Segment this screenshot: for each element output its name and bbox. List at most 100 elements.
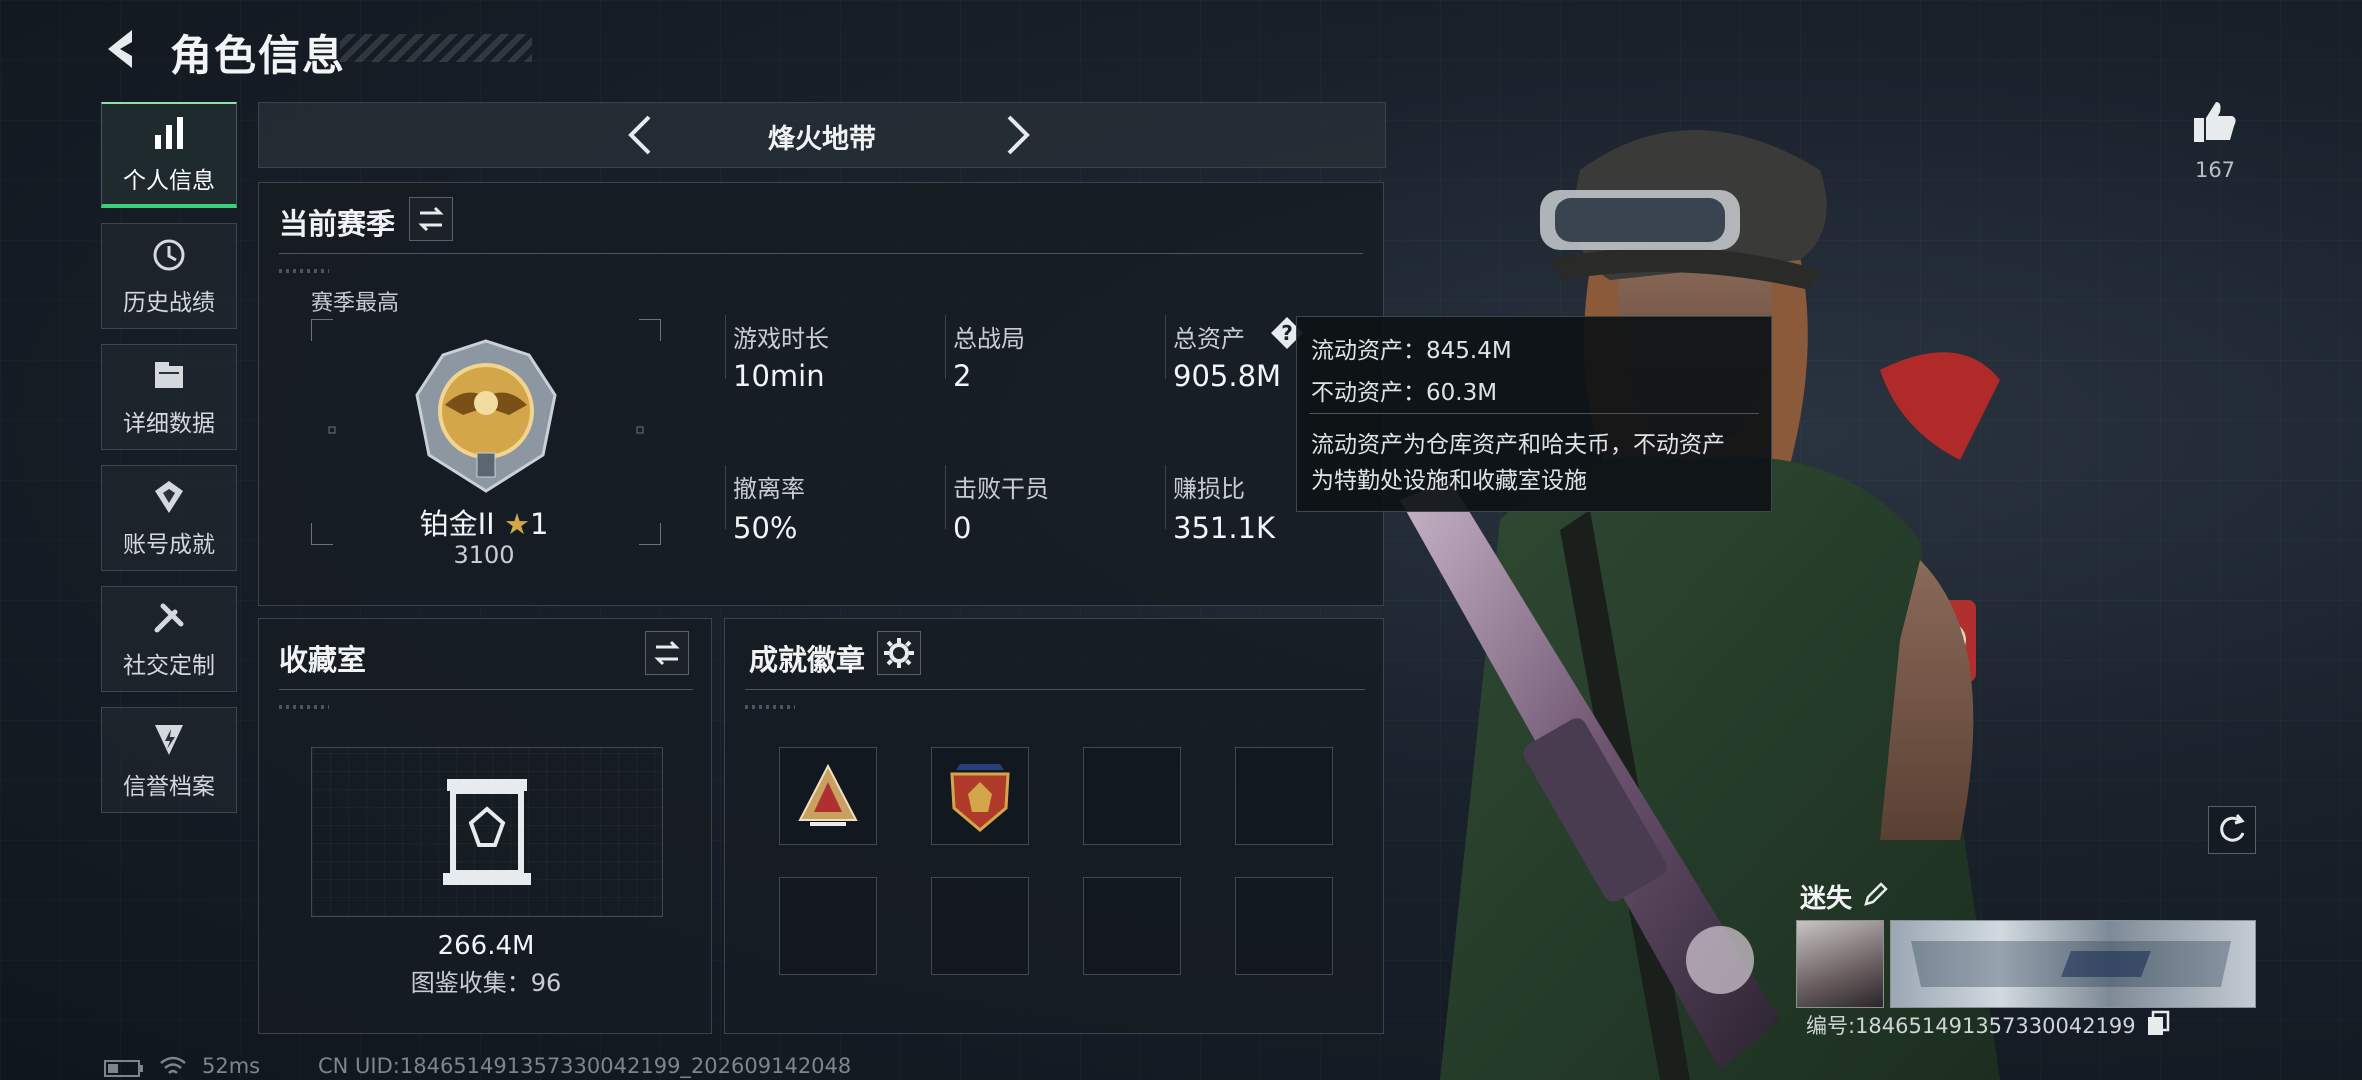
rank-star-icon: ★ [503, 507, 530, 541]
badge-slot-empty[interactable] [1235, 877, 1333, 975]
chevron-right-icon[interactable] [993, 111, 1041, 159]
divider-dots [745, 705, 795, 709]
stat-matches-value: 2 [953, 359, 972, 393]
bar-chart-icon [155, 117, 183, 149]
stat-ratio-label: 赚损比 [1173, 475, 1245, 503]
tooltip-fixed: 不动资产：60.3M [1311, 380, 1498, 406]
stat-kills-label: 击败干员 [953, 475, 1049, 503]
collection-title: 收藏室 [279, 643, 367, 677]
badge-slot-empty[interactable] [1083, 747, 1181, 845]
tools-icon [154, 603, 184, 633]
season-panel: 当前赛季 赛季最高 铂金II ★1 3100 游戏时长 10min 总战局 2 … [258, 182, 1384, 606]
stat-matches-label: 总战局 [953, 325, 1025, 353]
mode-title: 烽火地带 [768, 124, 876, 155]
banner-logo-icon [1911, 941, 2231, 987]
tooltip-desc-line1: 流动资产为仓库资产和哈夫币，不动资产 [1311, 432, 1725, 458]
copy-icon[interactable] [2146, 1010, 2170, 1036]
stat-playtime-label: 游戏时长 [733, 325, 829, 353]
back-arrow-icon[interactable] [100, 26, 146, 72]
stat-separator [1165, 315, 1166, 379]
collection-panel: 收藏室 266.4M 图鉴收集：96 [258, 618, 712, 1034]
nav-label: 社交定制 [123, 653, 215, 679]
nav-label: 详细数据 [123, 411, 215, 437]
rank-points: 3100 [453, 541, 515, 569]
badge-slot-empty[interactable] [1235, 747, 1333, 845]
rank-emblem-icon [415, 339, 557, 493]
thumbs-up-icon[interactable] [2190, 96, 2240, 146]
badge-slot[interactable] [779, 747, 877, 845]
folder-icon [155, 362, 183, 388]
stat-extract-label: 撤离率 [733, 475, 805, 503]
refresh-button[interactable] [2208, 806, 2256, 854]
display-case-icon [443, 779, 531, 885]
divider [279, 253, 1363, 254]
nav-item-credit[interactable]: 信誉档案 [101, 707, 237, 813]
name-card-banner[interactable] [1890, 920, 2256, 1008]
assets-tooltip: 流动资产：845.4M 不动资产：60.3M 流动资产为仓库资产和哈夫币，不动资… [1296, 316, 1772, 512]
achievements-settings-button[interactable] [877, 631, 921, 675]
refresh-icon [2220, 814, 2245, 842]
stat-playtime-value: 10min [733, 359, 825, 393]
tooltip-liquid: 流动资产：845.4M [1311, 338, 1512, 364]
season-switch-button[interactable] [409, 197, 453, 241]
stat-assets-value: 905.8M [1173, 359, 1282, 393]
tooltip-desc-line2: 为特勤处设施和收藏室设施 [1311, 468, 1587, 494]
nav-item-social[interactable]: 社交定制 [101, 586, 237, 692]
avatar[interactable] [1796, 920, 1884, 1008]
nav-label: 个人信息 [123, 168, 215, 194]
badge-slot[interactable] [931, 747, 1029, 845]
stat-extract-value: 50% [733, 511, 798, 545]
collection-catalog: 图鉴收集：96 [410, 969, 562, 997]
shield-badge-icon [950, 764, 1010, 832]
ping-value: 52ms [202, 1054, 261, 1078]
title-decoration [340, 34, 532, 62]
uid-text: CN UID:184651491357330042199_20260914204… [318, 1054, 852, 1078]
achievements-title: 成就徽章 [749, 643, 866, 677]
triangle-badge-icon [798, 763, 858, 826]
nav-item-personal-info[interactable]: 个人信息 [101, 102, 237, 208]
side-nav: 个人信息 历史战绩 详细数据 账号成就 社交定制 信誉档案 [101, 102, 239, 828]
credit-badge-icon [155, 725, 183, 755]
swap-icon [418, 206, 444, 232]
swap-icon [654, 640, 680, 666]
divider-dots [279, 705, 329, 709]
rank-name: 铂金II [419, 507, 495, 541]
svg-text:?: ? [1281, 321, 1293, 345]
page-title: 角色信息 [170, 31, 347, 80]
nav-label: 信誉档案 [123, 774, 215, 800]
stat-separator [1165, 465, 1166, 529]
divider-dots [279, 269, 329, 273]
mode-selector: 烽火地带 [258, 102, 1386, 168]
season-best-label: 赛季最高 [311, 291, 400, 316]
nav-item-achievements[interactable]: 账号成就 [101, 465, 237, 571]
wifi-icon [160, 1056, 186, 1074]
stat-separator [945, 465, 946, 529]
divider [745, 689, 1365, 690]
nav-item-history[interactable]: 历史战绩 [101, 223, 237, 329]
rank-stars: 1 [529, 507, 549, 541]
chevron-left-icon[interactable] [617, 111, 665, 159]
stat-separator [945, 315, 946, 379]
stat-ratio-value: 351.1K [1173, 511, 1276, 545]
collection-switch-button[interactable] [645, 631, 689, 675]
badge-slot-empty[interactable] [779, 877, 877, 975]
tooltip-divider [1309, 413, 1759, 414]
collection-value: 266.4M [437, 931, 535, 961]
achievements-panel: 成就徽章 [724, 618, 1384, 1034]
clock-history-icon [153, 239, 185, 271]
badge-slot-empty[interactable] [931, 877, 1029, 975]
achievement-icon [155, 481, 183, 513]
nav-item-details[interactable]: 详细数据 [101, 344, 237, 450]
rank-label: 铂金II ★1 [389, 501, 579, 543]
battery-icon [104, 1060, 143, 1077]
nav-label: 历史战绩 [123, 290, 215, 316]
divider [279, 689, 693, 690]
stat-kills-value: 0 [953, 511, 972, 545]
edit-pencil-icon[interactable] [1862, 880, 1890, 908]
stat-assets-label: 总资产 [1173, 325, 1245, 353]
likes-count: 167 [2194, 158, 2236, 182]
badge-slot-empty[interactable] [1083, 877, 1181, 975]
stat-separator [725, 315, 726, 379]
nav-label: 账号成就 [123, 532, 215, 558]
player-name: 迷失 [1800, 884, 1853, 914]
